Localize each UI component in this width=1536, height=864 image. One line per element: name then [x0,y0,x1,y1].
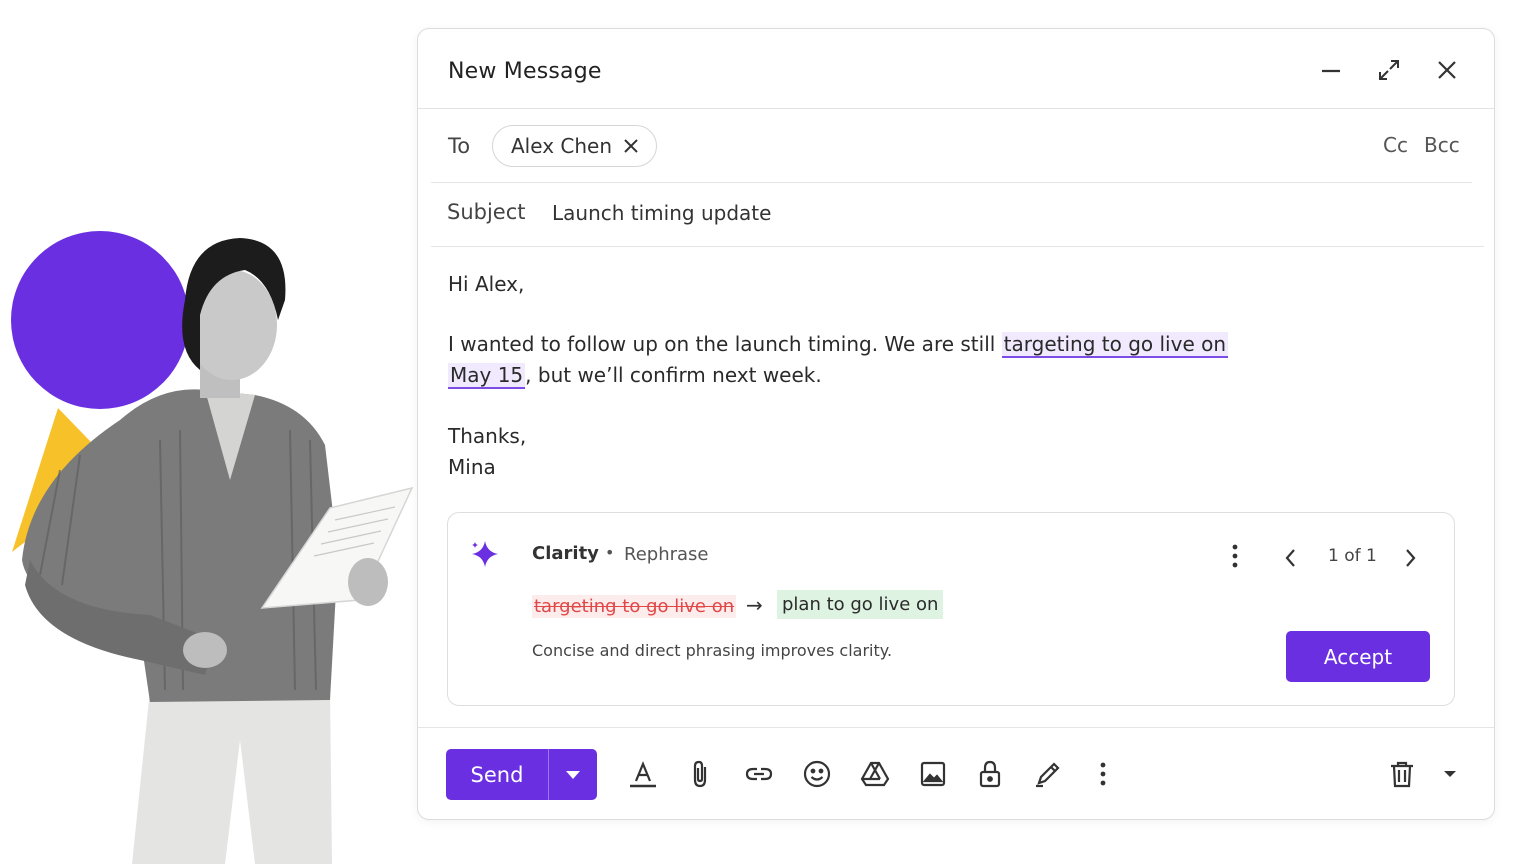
suggestion-mode: Rephrase [624,544,709,565]
trash-icon[interactable] [1386,758,1418,790]
replacement-text[interactable]: plan to go live on [777,590,944,619]
body-text: , but we’ll confirm next week. [525,363,822,387]
expand-icon[interactable] [1374,55,1404,85]
send-button-group: Send [446,749,597,800]
recipient-name: Alex Chen [511,134,613,158]
more-options-icon[interactable] [1087,758,1119,790]
suggestion-card: Clarity • Rephrase 1 of 1 targeting to g… [447,512,1455,706]
attach-icon[interactable] [685,758,717,790]
next-suggestion-icon[interactable] [1400,547,1420,569]
lock-icon[interactable] [974,758,1006,790]
original-text: targeting to go live on [532,595,737,618]
chevron-down-icon [566,770,580,779]
separator-dot: • [605,543,615,562]
signature-line: Mina [448,455,496,479]
more-vertical-icon[interactable] [1223,543,1247,569]
send-button[interactable]: Send [446,749,548,800]
previous-suggestion-icon[interactable] [1281,547,1301,569]
suggestion-reason: Concise and direct phrasing improves cla… [532,641,893,660]
compose-header: New Message [418,29,1494,109]
app-stage: New Message To Alex Chen Cc Bcc Subject … [0,0,1536,864]
minimize-icon[interactable] [1316,55,1346,85]
recipients-row: To Alex Chen Cc Bcc [418,109,1494,183]
text-format-icon[interactable] [627,758,659,790]
assistant-brand: Clarity [532,543,599,564]
subject-row: Subject Launch timing update [418,183,1494,247]
remove-recipient-icon[interactable] [622,137,640,155]
emoji-icon[interactable] [801,758,833,790]
compose-title: New Message [448,59,602,84]
purple-circle-decoration [11,231,189,409]
compose-window: New Message To Alex Chen Cc Bcc Subject … [417,28,1495,820]
image-icon[interactable] [917,758,949,790]
compose-toolbar: Send [418,727,1494,819]
recipient-chip[interactable]: Alex Chen [492,125,657,167]
body-paragraph: I wanted to follow up on the launch timi… [448,329,1348,391]
suggestion-counter: 1 of 1 [1328,546,1377,566]
signoff-line: Thanks, [448,424,527,448]
decorative-illustration [11,231,414,864]
link-icon[interactable] [743,758,775,790]
body-text: I wanted to follow up on the launch timi… [448,332,1002,356]
bcc-button[interactable]: Bcc [1424,133,1460,157]
message-body[interactable]: Hi Alex, I wanted to follow up on the la… [448,269,1348,483]
replace-arrow: → [746,593,763,617]
to-label: To [448,134,471,158]
subject-label: Subject [447,200,526,224]
sparkle-icon [470,539,500,569]
close-icon[interactable] [1432,55,1462,85]
cc-button[interactable]: Cc [1383,133,1408,157]
flagged-phrase[interactable]: targeting to go live on [1001,332,1229,358]
accept-button[interactable]: Accept [1286,631,1430,682]
divider [431,245,1484,247]
subject-input[interactable]: Launch timing update [552,201,771,225]
send-options-dropdown[interactable] [549,749,597,800]
drive-icon[interactable] [859,758,891,790]
greeting-line: Hi Alex, [448,272,525,296]
dropdown-arrow-icon[interactable] [1434,758,1466,790]
signature-icon[interactable] [1032,758,1064,790]
flagged-phrase-continued[interactable]: May 15 [448,363,526,389]
